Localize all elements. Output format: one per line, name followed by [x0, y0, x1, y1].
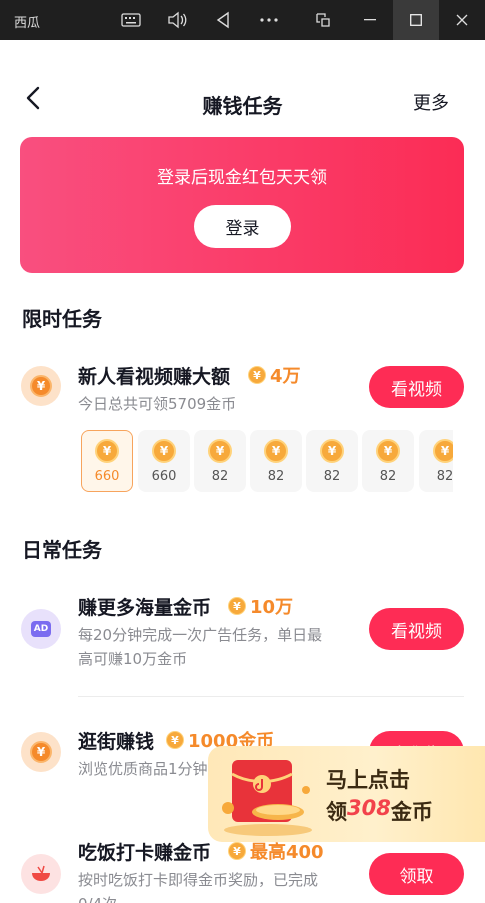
task-desc-ads: 每20分钟完成一次广告任务，单日最 高可赚10万金币: [78, 626, 323, 668]
task-title-meal: 吃饭打卡赚金币: [78, 842, 212, 864]
day-coin-7[interactable]: ¥82: [419, 430, 453, 492]
more-button[interactable]: 更多: [413, 89, 449, 115]
task-desc-newbie: 今日总共可领5709金币: [78, 395, 237, 413]
coin-icon: ¥: [21, 366, 61, 406]
day-coin-1[interactable]: ¥660: [81, 430, 133, 492]
minimize-icon[interactable]: [347, 0, 393, 40]
claim-button[interactable]: 领取: [369, 853, 464, 895]
task-desc-shopping: 浏览优质商品1分钟: [78, 760, 208, 778]
section-title-daily: 日常任务: [22, 538, 102, 562]
login-button[interactable]: 登录: [194, 205, 291, 248]
watch-video-button[interactable]: 看视频: [369, 366, 464, 408]
promo-popup[interactable]: 马上点击 领 308 金币: [208, 746, 485, 842]
day-coin-3[interactable]: ¥82: [194, 430, 246, 492]
section-title-limited: 限时任务: [22, 307, 102, 331]
coin-icon: ¥: [21, 732, 61, 772]
day-coin-6[interactable]: ¥82: [362, 430, 414, 492]
bowl-icon: [21, 854, 61, 894]
task-title-ads: 赚更多海量金币: [78, 597, 212, 619]
daily-coin-strip: ¥660 ¥660 ¥82 ¥82 ¥82 ¥82 ¥82: [81, 430, 453, 492]
promo-line2: 领 308 金币: [326, 796, 433, 824]
keyboard-icon[interactable]: [108, 0, 154, 40]
task-title-newbie: 新人看视频赚大额: [78, 366, 231, 388]
banner-text: 登录后现金红包天天领: [157, 168, 327, 188]
day-coin-2[interactable]: ¥660: [138, 430, 190, 492]
app-name: 西瓜: [14, 16, 41, 31]
back-triangle-icon[interactable]: [200, 0, 246, 40]
snap-icon[interactable]: [300, 0, 346, 40]
divider: [78, 696, 464, 697]
promo-line1: 马上点击: [326, 768, 410, 792]
coin-icon: ¥: [248, 366, 266, 384]
red-envelope-icon: [218, 750, 318, 838]
window-titlebar: 西瓜: [0, 0, 485, 40]
coin-icon: ¥: [228, 597, 246, 615]
watch-ads-button[interactable]: 看视频: [369, 608, 464, 650]
task-title-shopping: 逛街赚钱: [78, 731, 155, 753]
task-reward-ads: ¥ 10万: [228, 593, 293, 619]
more-dots-icon[interactable]: [246, 0, 292, 40]
task-reward-newbie: ¥ 4万: [248, 362, 301, 388]
day-coin-4[interactable]: ¥82: [250, 430, 302, 492]
volume-icon[interactable]: [154, 0, 200, 40]
close-icon[interactable]: [439, 0, 485, 40]
coin-icon: ¥: [228, 842, 246, 860]
coin-icon: ¥: [166, 731, 184, 749]
nav-header: 赚钱任务 更多: [0, 40, 485, 130]
ad-icon: AD: [21, 609, 61, 649]
task-desc-meal: 按时吃饭打卡即得金币奖励，已完成 0/4次: [78, 871, 319, 903]
day-coin-5[interactable]: ¥82: [306, 430, 358, 492]
maximize-icon[interactable]: [393, 0, 439, 40]
login-banner: 登录后现金红包天天领 登录: [20, 137, 464, 273]
